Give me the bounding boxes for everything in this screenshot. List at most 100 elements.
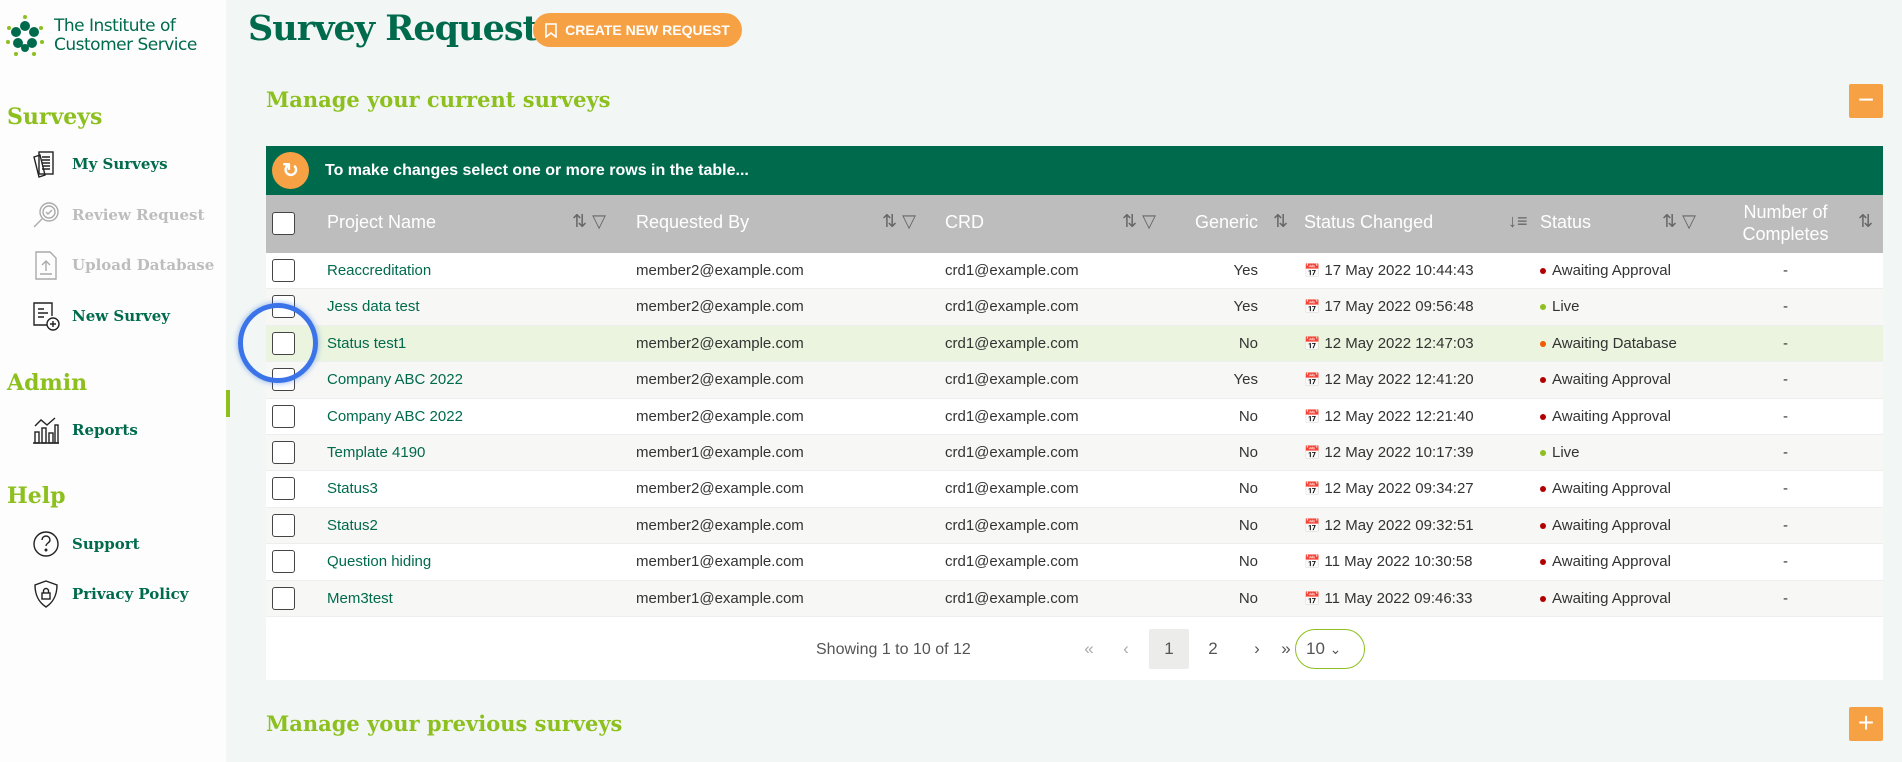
col-generic[interactable]: Generic [1195, 212, 1258, 233]
table-toolbar: ↻ To make changes select one or more row… [266, 146, 1883, 195]
bookmark-icon [545, 22, 557, 38]
status-dot [1540, 595, 1546, 602]
col-status-changed[interactable]: Status Changed [1304, 212, 1433, 233]
page-title: Survey Requests [248, 8, 557, 49]
col-crd[interactable]: CRD [945, 212, 984, 233]
table-row[interactable]: Jess data test member2@example.com crd1@… [266, 289, 1883, 326]
table-row[interactable]: Question hiding member1@example.com crd1… [266, 544, 1883, 581]
row-checkbox[interactable] [272, 259, 295, 282]
nav-my-surveys[interactable]: My Surveys [30, 148, 168, 180]
project-name[interactable]: Reaccreditation [327, 262, 431, 279]
generic: No [1238, 443, 1258, 461]
chevron-down-icon: ⌄ [1329, 641, 1342, 657]
col-project-name[interactable]: Project Name [327, 212, 436, 233]
sort-icon[interactable]: ⇅ [1858, 211, 1873, 232]
table-row[interactable]: Status3 member2@example.com crd1@example… [266, 471, 1883, 508]
table-row[interactable]: Status test1 member2@example.com crd1@ex… [266, 325, 1883, 363]
row-checkbox[interactable] [272, 404, 295, 428]
logo-line1: The Institute of [54, 16, 176, 36]
status-text: Live [1552, 443, 1580, 461]
table-row[interactable]: Company ABC 2022 member2@example.com crd… [266, 362, 1883, 399]
prev-page-button[interactable]: ‹ [1106, 629, 1146, 669]
project-name[interactable]: Jess data test [327, 298, 420, 315]
row-checkbox[interactable] [272, 513, 295, 537]
status: Awaiting Approval [1540, 590, 1671, 607]
calendar-icon: 📅 [1304, 335, 1321, 351]
table-row[interactable]: Status2 member2@example.com crd1@example… [266, 507, 1883, 545]
logo-line2: Customer Service [54, 35, 197, 55]
sort-filter-icon[interactable]: ⇅ ▽ [1122, 211, 1156, 232]
status-changed: 📅 12 May 2022 12:21:40 [1304, 408, 1474, 425]
nav-support[interactable]: Support [30, 528, 140, 560]
nav-label: My Surveys [72, 155, 168, 173]
table-row[interactable]: Template 4190 member1@example.com crd1@e… [266, 434, 1883, 472]
status: Awaiting Approval [1540, 517, 1671, 534]
status-dot [1540, 486, 1546, 493]
col-status[interactable]: Status [1540, 212, 1591, 233]
nav-privacy-policy[interactable]: Privacy Policy [30, 578, 189, 610]
project-name[interactable]: Question hiding [327, 553, 431, 570]
sidebar: The Institute of Customer Service Surveys… [0, 0, 226, 762]
sort-desc-icon[interactable]: ↓≡ [1508, 211, 1528, 232]
sort-filter-icon[interactable]: ⇅ ▽ [572, 211, 606, 232]
nav-reports[interactable]: Reports [30, 414, 138, 446]
nav-label: Privacy Policy [72, 585, 189, 603]
row-checkbox[interactable] [272, 550, 295, 574]
table-row[interactable]: Company ABC 2022 member2@example.com crd… [266, 399, 1883, 435]
generic: Yes [1233, 262, 1258, 279]
logo[interactable]: The Institute of Customer Service [4, 14, 197, 58]
status-text: Awaiting Approval [1552, 407, 1671, 425]
project-name[interactable]: Company ABC 2022 [327, 371, 463, 388]
col-requested-by[interactable]: Requested By [636, 212, 749, 233]
status-dot [1540, 413, 1546, 420]
table-row[interactable]: Mem3test member1@example.com crd1@exampl… [266, 580, 1883, 617]
page-1-button[interactable]: 1 [1149, 629, 1189, 669]
status-changed: 📅 17 May 2022 09:56:48 [1304, 298, 1474, 315]
row-checkbox[interactable] [272, 477, 295, 501]
status: Awaiting Approval [1540, 480, 1671, 497]
status-changed: 📅 11 May 2022 10:30:58 [1304, 553, 1473, 570]
status-text: Awaiting Approval [1552, 589, 1671, 607]
active-indicator [226, 390, 230, 417]
status-dot [1540, 268, 1546, 275]
collapse-button[interactable]: − [1849, 84, 1883, 118]
previous-surveys-heading: Manage your previous surveys [266, 711, 623, 736]
first-page-button[interactable]: « [1069, 629, 1109, 669]
status-changed: 📅 12 May 2022 09:34:27 [1304, 480, 1474, 497]
project-name[interactable]: Status test1 [327, 335, 406, 352]
project-name[interactable]: Company ABC 2022 [327, 408, 463, 425]
sort-filter-icon[interactable]: ⇅ ▽ [882, 211, 916, 232]
nav-review-request[interactable]: Review Request [30, 199, 204, 231]
nav-upload-database[interactable]: Upload Database [30, 249, 214, 281]
row-checkbox[interactable] [272, 440, 295, 464]
table-row[interactable]: Reaccreditation member2@example.com crd1… [266, 253, 1883, 290]
status-changed: 📅 12 May 2022 09:32:51 [1304, 517, 1474, 534]
status-changed: 📅 12 May 2022 12:47:03 [1304, 335, 1474, 352]
row-checkbox[interactable] [272, 586, 295, 610]
project-name[interactable]: Template 4190 [327, 444, 425, 461]
shield-lock-icon [34, 580, 58, 608]
sort-filter-icon[interactable]: ⇅ ▽ [1662, 211, 1696, 232]
project-name[interactable]: Status2 [327, 517, 378, 534]
expand-button[interactable]: + [1849, 707, 1883, 741]
status-dot [1540, 340, 1546, 347]
select-all-checkbox[interactable] [272, 212, 295, 235]
crd: crd1@example.com [945, 371, 1079, 389]
crd: crd1@example.com [945, 553, 1079, 571]
status-text: Awaiting Approval [1552, 553, 1671, 571]
completes: - [1783, 516, 1788, 534]
col-completes[interactable]: Number of Completes [1738, 201, 1833, 245]
create-new-request-button[interactable]: CREATE NEW REQUEST [533, 13, 742, 47]
refresh-icon[interactable]: ↻ [272, 152, 309, 189]
sort-icon[interactable]: ⇅ [1273, 211, 1288, 232]
status-changed-date: 11 May 2022 09:46:33 [1324, 589, 1473, 607]
status-text: Live [1552, 298, 1580, 316]
page-2-button[interactable]: 2 [1193, 629, 1233, 669]
generic: No [1238, 334, 1258, 352]
project-name[interactable]: Status3 [327, 480, 378, 497]
project-name[interactable]: Mem3test [327, 590, 393, 607]
page-size-select[interactable]: 10 ⌄ [1295, 629, 1365, 669]
status: Awaiting Approval [1540, 371, 1671, 388]
nav-new-survey[interactable]: New Survey [30, 300, 170, 332]
completes: - [1783, 334, 1788, 352]
